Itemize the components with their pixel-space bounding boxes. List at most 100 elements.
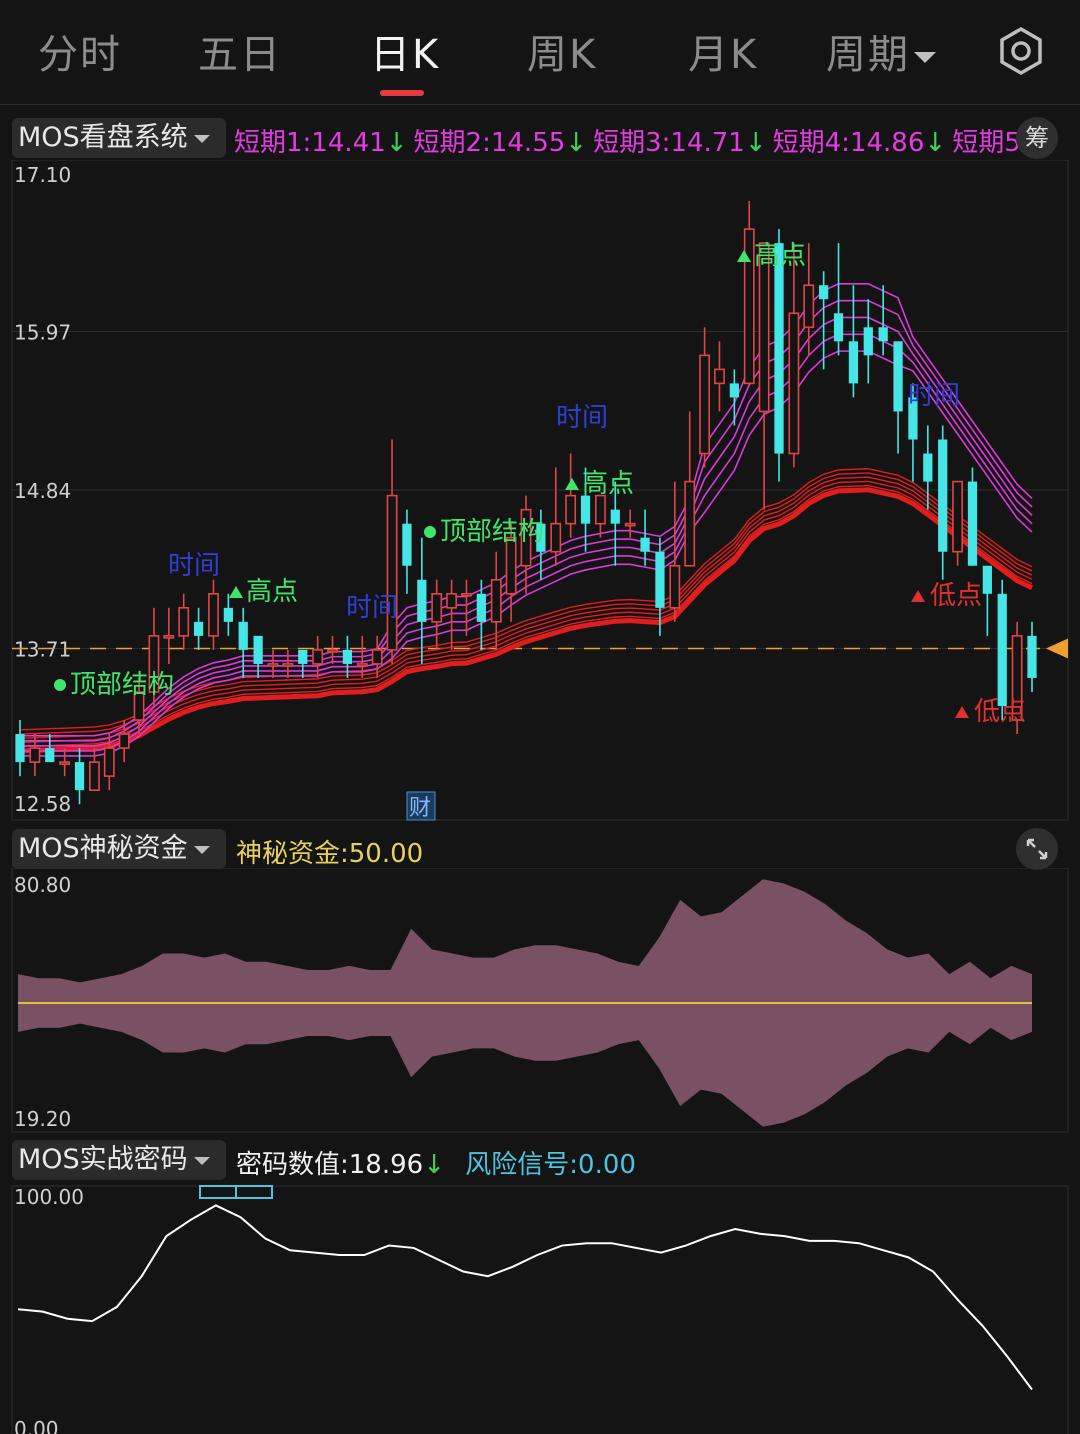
candle-up [282,663,294,667]
code-legend-label: 密码数值: [236,1150,349,1180]
chevron-down-icon [193,845,210,854]
candle-up [103,747,115,777]
candle-up [565,494,577,525]
legend-item-short-5: 短期5 [952,128,1021,158]
code-legend-value: 18.96 [348,1150,424,1180]
up-triangle-icon [955,706,969,718]
candle-up [208,592,219,637]
risk-legend-label: 风险信号: [465,1150,579,1180]
y-tick-label: 100.00 [14,1185,84,1209]
fund-area-upper [18,879,1032,1003]
candle-down [967,481,978,566]
candle-down [893,341,903,412]
down-arrow-icon: ↓ [423,1150,445,1180]
down-arrow-icon: ↓ [924,128,947,158]
candle-down [476,593,486,622]
time-label: 时间 [346,593,398,623]
candle-down [819,285,829,300]
y-tick-label: 19.20 [14,1107,71,1131]
fund-legend: 神秘资金:50.00 [236,833,423,870]
candle-up [743,228,755,385]
signal-dot [424,526,436,538]
main-indicator-label: MOS看盘系统 [18,122,188,153]
legend-text: 短期1:14.41 [234,128,386,158]
risk-legend-value: 0.00 [578,1150,636,1180]
chevron-down-icon [914,51,936,63]
candle-up [952,480,964,553]
candle-down [238,621,248,650]
candle-up [803,284,815,329]
candle-down [848,341,859,384]
low-point-label: 低点 [930,581,982,611]
candle-up [356,663,368,667]
legend-item-short-3: 短期3:14.71↓ [593,128,767,158]
candle-down [610,509,620,524]
candle-down [655,551,665,608]
risk-signal-box [235,1185,273,1199]
tab-period-dropdown[interactable]: 周期 [826,22,936,80]
code-value-line [17,1204,1033,1391]
candle-up [684,480,696,567]
up-triangle-icon [911,590,925,602]
candle-down [580,495,591,524]
high-point-label: 高点 [582,469,634,499]
expand-icon[interactable] [1016,828,1058,870]
time-label: 时间 [168,551,220,581]
legend-item-short-2: 短期2:14.55↓ [414,128,588,158]
current-price-marker [1046,638,1068,659]
fund-area-chart[interactable]: 80.80 19.20 [0,868,1080,1138]
tab-monthly-k[interactable]: 月K [688,22,758,80]
candle-up [371,649,383,665]
legend-item-short-1: 短期1:14.41↓ [234,128,408,158]
tab-intraday[interactable]: 分时 [38,22,122,80]
tab-weekly-k[interactable]: 周K [527,22,597,80]
high-point-label: 高点 [246,577,298,607]
y-tick-label: 15.97 [14,321,71,345]
candle-up [461,592,472,597]
candle-up [669,564,681,609]
code-indicator-select[interactable]: MOS实战密码 [12,1140,226,1180]
code-indicator-label: MOS实战密码 [18,1144,188,1175]
candle-up [267,663,279,667]
risk-signal-box [199,1185,237,1199]
y-tick-label: 0.00 [14,1417,59,1434]
candle-up [431,592,443,623]
candle-down [193,621,204,636]
tab-divider [0,104,1080,105]
period-tab-bar: 分时 五日 日K 周K 月K 周期 [0,0,1080,104]
legend-text: 短期5 [952,128,1021,158]
candle-up [118,733,130,749]
fund-legend-label: 神秘资金: [236,839,349,869]
candle-down [833,313,844,342]
candle-down [342,649,353,664]
tab-period-label: 周期 [826,32,910,78]
down-arrow-icon: ↓ [565,128,588,158]
legend-text: 短期4:14.86 [772,128,925,158]
fund-legend-value: 50.00 [348,839,424,869]
candle-up [327,649,338,653]
candle-up [699,354,711,455]
main-indicator-select[interactable]: MOS看盘系统 [12,118,226,158]
y-tick-label: 13.71 [14,638,71,662]
fund-area-lower [18,1003,1032,1127]
settings-gear-icon[interactable] [996,26,1046,80]
candle-down [15,734,25,763]
tab-five-day[interactable]: 五日 [198,22,282,80]
candle-up [594,494,606,525]
code-line-chart[interactable]: 100.00 0.00 [0,1180,1080,1434]
fund-indicator-select[interactable]: MOS神秘资金 [12,829,226,869]
candle-up [550,522,562,553]
chip-distribution-button[interactable]: 筹 [1016,117,1058,159]
down-arrow-icon: ↓ [744,128,767,158]
candle-up [59,761,71,765]
candle-down [74,762,85,791]
candle-down [923,453,933,482]
candlestick-chart[interactable]: 17.1015.9714.8413.7112.58顶部结构顶部结构高点高点高点时… [0,160,1080,830]
candle-down [253,635,263,664]
legend-item-short-4: 短期4:14.86↓ [773,128,947,158]
candle-up [386,494,398,651]
tab-daily-k[interactable]: 日K [370,22,440,80]
candle-up [29,747,41,763]
up-triangle-icon [565,478,579,490]
candle-up [178,607,190,637]
